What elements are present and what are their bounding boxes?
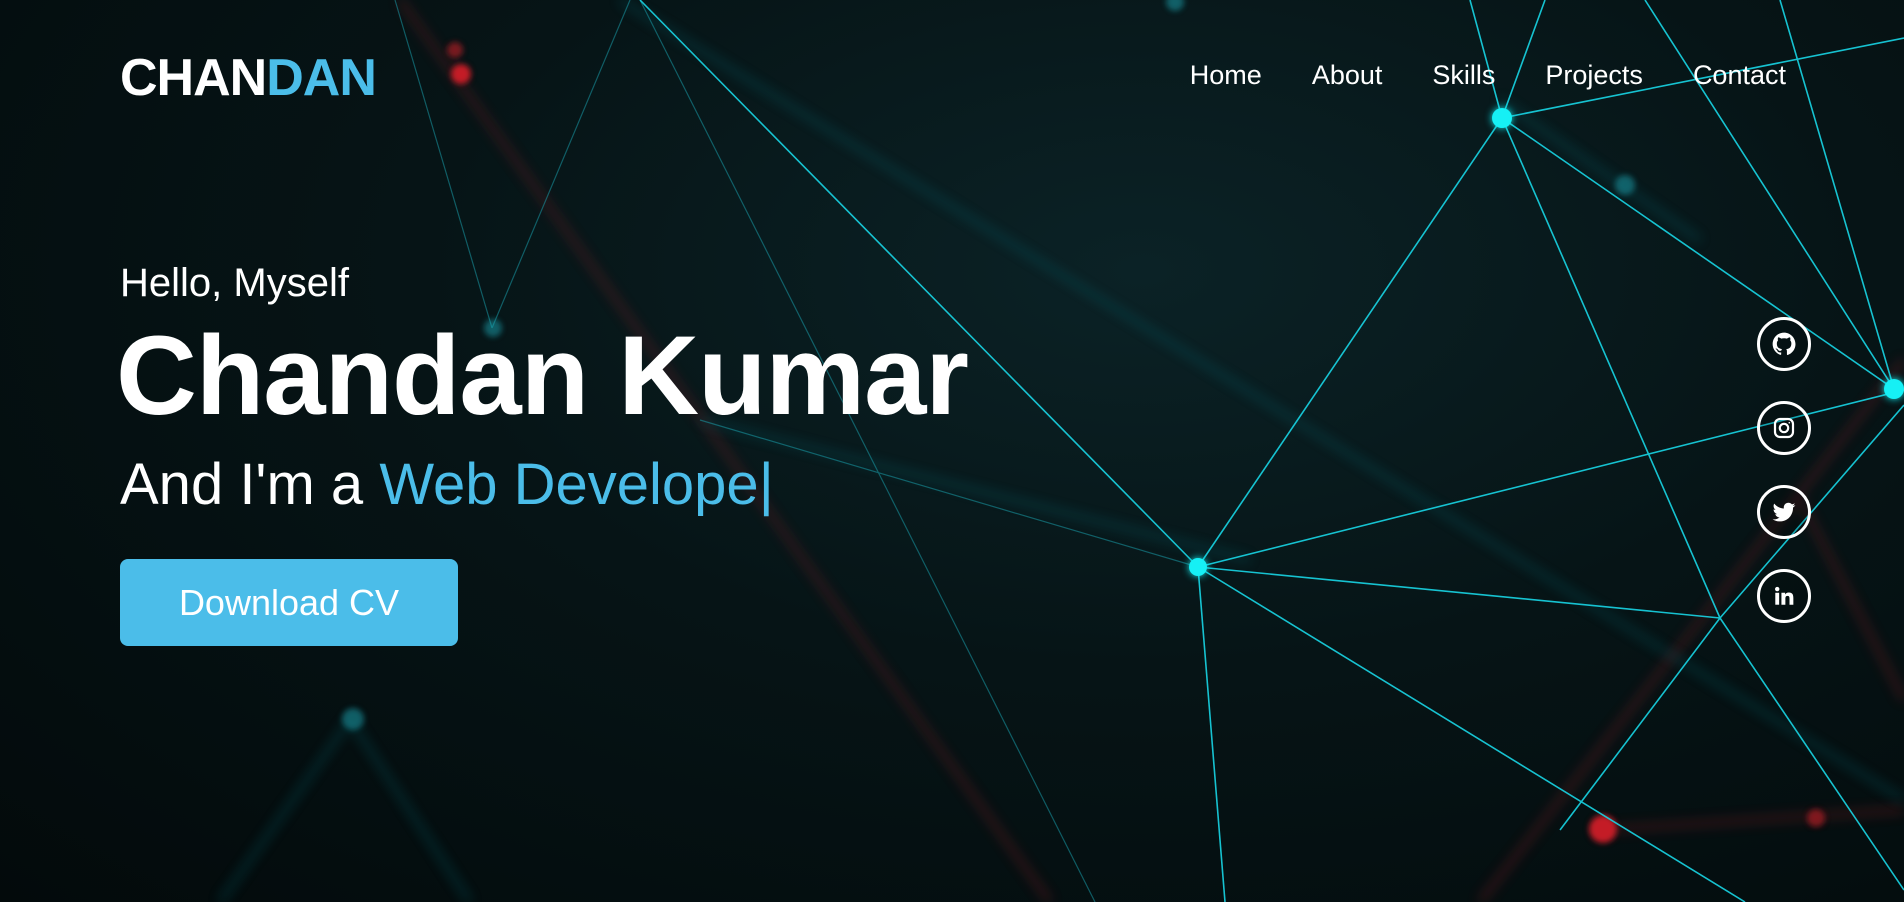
instagram-icon — [1773, 417, 1795, 439]
nav-link-skills[interactable]: Skills — [1432, 58, 1495, 92]
hero-role: And I'm a Web Develope| — [120, 450, 968, 520]
nav-link-home[interactable]: Home — [1190, 58, 1262, 92]
hero-role-typed: Web Develope — [379, 452, 759, 517]
instagram-link[interactable] — [1757, 401, 1811, 455]
github-icon — [1772, 332, 1796, 355]
nav-link-contact[interactable]: Contact — [1693, 58, 1786, 92]
logo-text-part1: CHAN — [120, 49, 267, 107]
site-header: CHANDAN Home About Skills Projects Conta… — [0, 0, 1904, 150]
logo-text-part2: DAN — [266, 49, 377, 107]
hero-greeting: Hello, Myself — [120, 261, 349, 305]
logo[interactable]: CHANDAN — [120, 48, 377, 108]
nav-link-about[interactable]: About — [1312, 58, 1383, 92]
social-links — [1757, 317, 1811, 623]
github-link[interactable] — [1757, 317, 1811, 371]
twitter-icon — [1772, 502, 1796, 522]
typing-cursor: | — [758, 452, 774, 517]
linkedin-icon — [1775, 586, 1794, 605]
twitter-link[interactable] — [1757, 485, 1811, 539]
hero-role-prefix: And I'm a — [120, 452, 380, 517]
nav-link-projects[interactable]: Projects — [1545, 58, 1643, 92]
download-cv-button[interactable]: Download CV — [120, 559, 458, 646]
hero-section: Hello, Myself Chandan Kumar And I'm a We… — [116, 258, 969, 520]
linkedin-link[interactable] — [1757, 569, 1811, 623]
page: CHANDAN Home About Skills Projects Conta… — [0, 0, 1904, 902]
hero-name: Chandan Kumar — [116, 313, 969, 438]
main-nav: Home About Skills Projects Contact — [1190, 58, 1786, 92]
